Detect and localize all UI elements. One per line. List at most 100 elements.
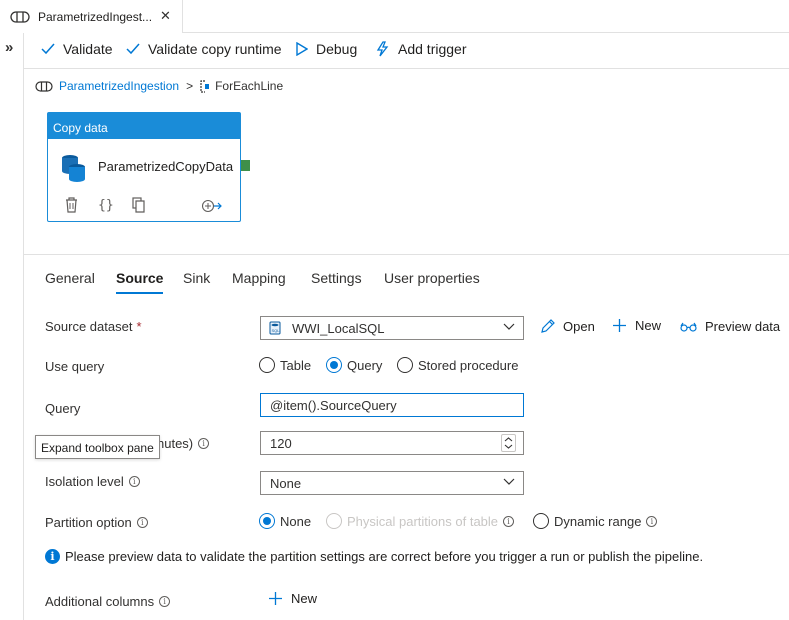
radio-dynamic-range[interactable]: Dynamic range i xyxy=(533,513,658,529)
radio-stored-procedure[interactable]: Stored procedure xyxy=(397,357,518,373)
new-label: New xyxy=(635,318,662,333)
radio-circle xyxy=(533,513,549,529)
source-dataset-label: Source dataset * xyxy=(45,319,142,334)
tab-mapping[interactable]: Mapping xyxy=(232,270,286,286)
checkmark-icon xyxy=(126,43,140,55)
glasses-icon xyxy=(680,322,697,332)
close-icon[interactable]: ✕ xyxy=(160,8,171,24)
radio-physical-partitions: Physical partitions of table i xyxy=(326,513,515,529)
source-dataset-value: WWI_LocalSQL xyxy=(292,320,385,336)
radio-circle xyxy=(259,357,275,373)
partition-notice-text: Please preview data to validate the part… xyxy=(65,549,704,564)
database-icon xyxy=(60,153,88,186)
info-icon[interactable]: i xyxy=(128,476,140,487)
delete-icon[interactable] xyxy=(65,197,78,213)
source-dataset-dropdown[interactable]: SQL WWI_LocalSQL xyxy=(260,316,524,340)
query-timeout-label: nutes) i xyxy=(157,436,210,451)
activity-type-label: Copy data xyxy=(48,113,240,139)
document-tab-bar: ParametrizedIngest... ✕ xyxy=(0,0,789,33)
plus-icon xyxy=(268,591,283,606)
radio-partition-none-label: None xyxy=(280,513,312,529)
code-braces-icon[interactable]: {} xyxy=(98,198,114,213)
radio-table-label: Table xyxy=(280,357,312,373)
svg-text:SQL: SQL xyxy=(272,328,281,333)
chevron-down-icon xyxy=(503,323,515,331)
isolation-level-dropdown[interactable]: None xyxy=(260,471,524,495)
tab-user-properties[interactable]: User properties xyxy=(384,270,480,286)
plus-icon xyxy=(612,318,627,333)
query-input[interactable]: @item().SourceQuery xyxy=(260,393,524,417)
info-icon[interactable]: i xyxy=(136,517,148,528)
info-filled-icon: i xyxy=(45,549,60,564)
new-dataset-button[interactable]: New xyxy=(612,318,661,333)
debug-button[interactable]: Debug xyxy=(296,41,357,57)
pipeline-tab[interactable]: ParametrizedIngest... ✕ xyxy=(0,0,183,33)
preview-data-label: Preview data xyxy=(705,319,781,334)
radio-circle-selected xyxy=(259,513,275,529)
source-dataset-label-text: Source dataset xyxy=(45,319,133,334)
tab-settings[interactable]: Settings xyxy=(311,270,362,286)
expand-toolbox-icon[interactable]: » xyxy=(5,39,13,56)
open-label: Open xyxy=(563,319,595,334)
tab-general[interactable]: General xyxy=(45,270,95,286)
panel-divider xyxy=(24,254,789,255)
add-trigger-button[interactable]: Add trigger xyxy=(375,41,466,57)
breadcrumb-separator: > xyxy=(186,79,194,93)
isolation-level-label: Isolation level i xyxy=(45,474,140,489)
radio-table[interactable]: Table xyxy=(259,357,311,373)
validate-label: Validate xyxy=(63,41,113,57)
checkmark-icon xyxy=(41,43,55,55)
query-label: Query xyxy=(45,401,81,416)
expand-toolbox-tooltip: Expand toolbox pane xyxy=(35,435,160,459)
spin-button[interactable] xyxy=(501,434,516,452)
isolation-level-label-text: Isolation level xyxy=(45,474,124,489)
success-output-port[interactable] xyxy=(241,160,250,171)
add-column-button[interactable]: New xyxy=(268,591,317,606)
tab-source[interactable]: Source xyxy=(116,270,164,294)
validate-copy-runtime-button[interactable]: Validate copy runtime xyxy=(126,41,282,57)
use-query-label: Use query xyxy=(45,359,105,374)
open-dataset-button[interactable]: Open xyxy=(540,319,595,334)
radio-circle-disabled xyxy=(326,513,342,529)
sql-dataset-icon: SQL xyxy=(269,321,282,335)
isolation-level-value: None xyxy=(270,475,302,491)
partition-option-label-text: Partition option xyxy=(45,515,132,530)
debug-label: Debug xyxy=(316,41,358,57)
pipeline-toolbar: Validate Validate copy runtime Debug Add… xyxy=(24,33,789,69)
activity-actions: {} xyxy=(48,197,240,217)
info-icon[interactable]: i xyxy=(159,596,171,607)
query-timeout-label-text: nutes) xyxy=(157,436,194,451)
radio-circle-selected xyxy=(326,357,342,373)
additional-columns-label-text: Additional columns xyxy=(45,594,155,609)
validate-copy-runtime-label: Validate copy runtime xyxy=(148,41,282,57)
activity-name: ParametrizedCopyData xyxy=(98,159,234,174)
tab-sink[interactable]: Sink xyxy=(183,270,210,286)
info-icon[interactable]: i xyxy=(646,515,658,527)
preview-data-button[interactable]: Preview data xyxy=(680,319,780,334)
clone-icon[interactable] xyxy=(132,197,146,213)
radio-query[interactable]: Query xyxy=(326,357,382,373)
validate-button[interactable]: Validate xyxy=(41,41,113,57)
breadcrumb-current: ForEachLine xyxy=(215,79,284,93)
breadcrumb-pipeline-link[interactable]: ParametrizedIngestion xyxy=(59,79,179,93)
radio-partition-none[interactable]: None xyxy=(259,513,311,529)
lightning-icon xyxy=(375,41,390,57)
breadcrumb: ParametrizedIngestion > ForEachLine xyxy=(35,79,283,93)
additional-columns-label: Additional columns i xyxy=(45,594,171,609)
query-timeout-input[interactable]: 120 xyxy=(260,431,524,455)
pipeline-icon xyxy=(10,10,30,23)
chevron-down-icon xyxy=(503,478,515,486)
pencil-icon xyxy=(540,319,555,334)
info-icon[interactable]: i xyxy=(198,438,210,449)
copy-data-activity-card[interactable]: Copy data ParametrizedCopyData {} xyxy=(47,112,241,222)
radio-query-label: Query xyxy=(347,357,383,373)
foreach-icon xyxy=(200,79,210,93)
add-output-icon[interactable] xyxy=(202,199,222,213)
radio-stored-procedure-label: Stored procedure xyxy=(418,357,519,373)
add-column-label: New xyxy=(291,591,318,606)
info-icon[interactable]: i xyxy=(503,515,515,527)
partition-notice: i Please preview data to validate the pa… xyxy=(45,549,703,564)
add-trigger-label: Add trigger xyxy=(398,41,467,57)
radio-dynamic-range-label: Dynamic range xyxy=(554,513,642,529)
toolbox-rail: » xyxy=(0,33,24,620)
